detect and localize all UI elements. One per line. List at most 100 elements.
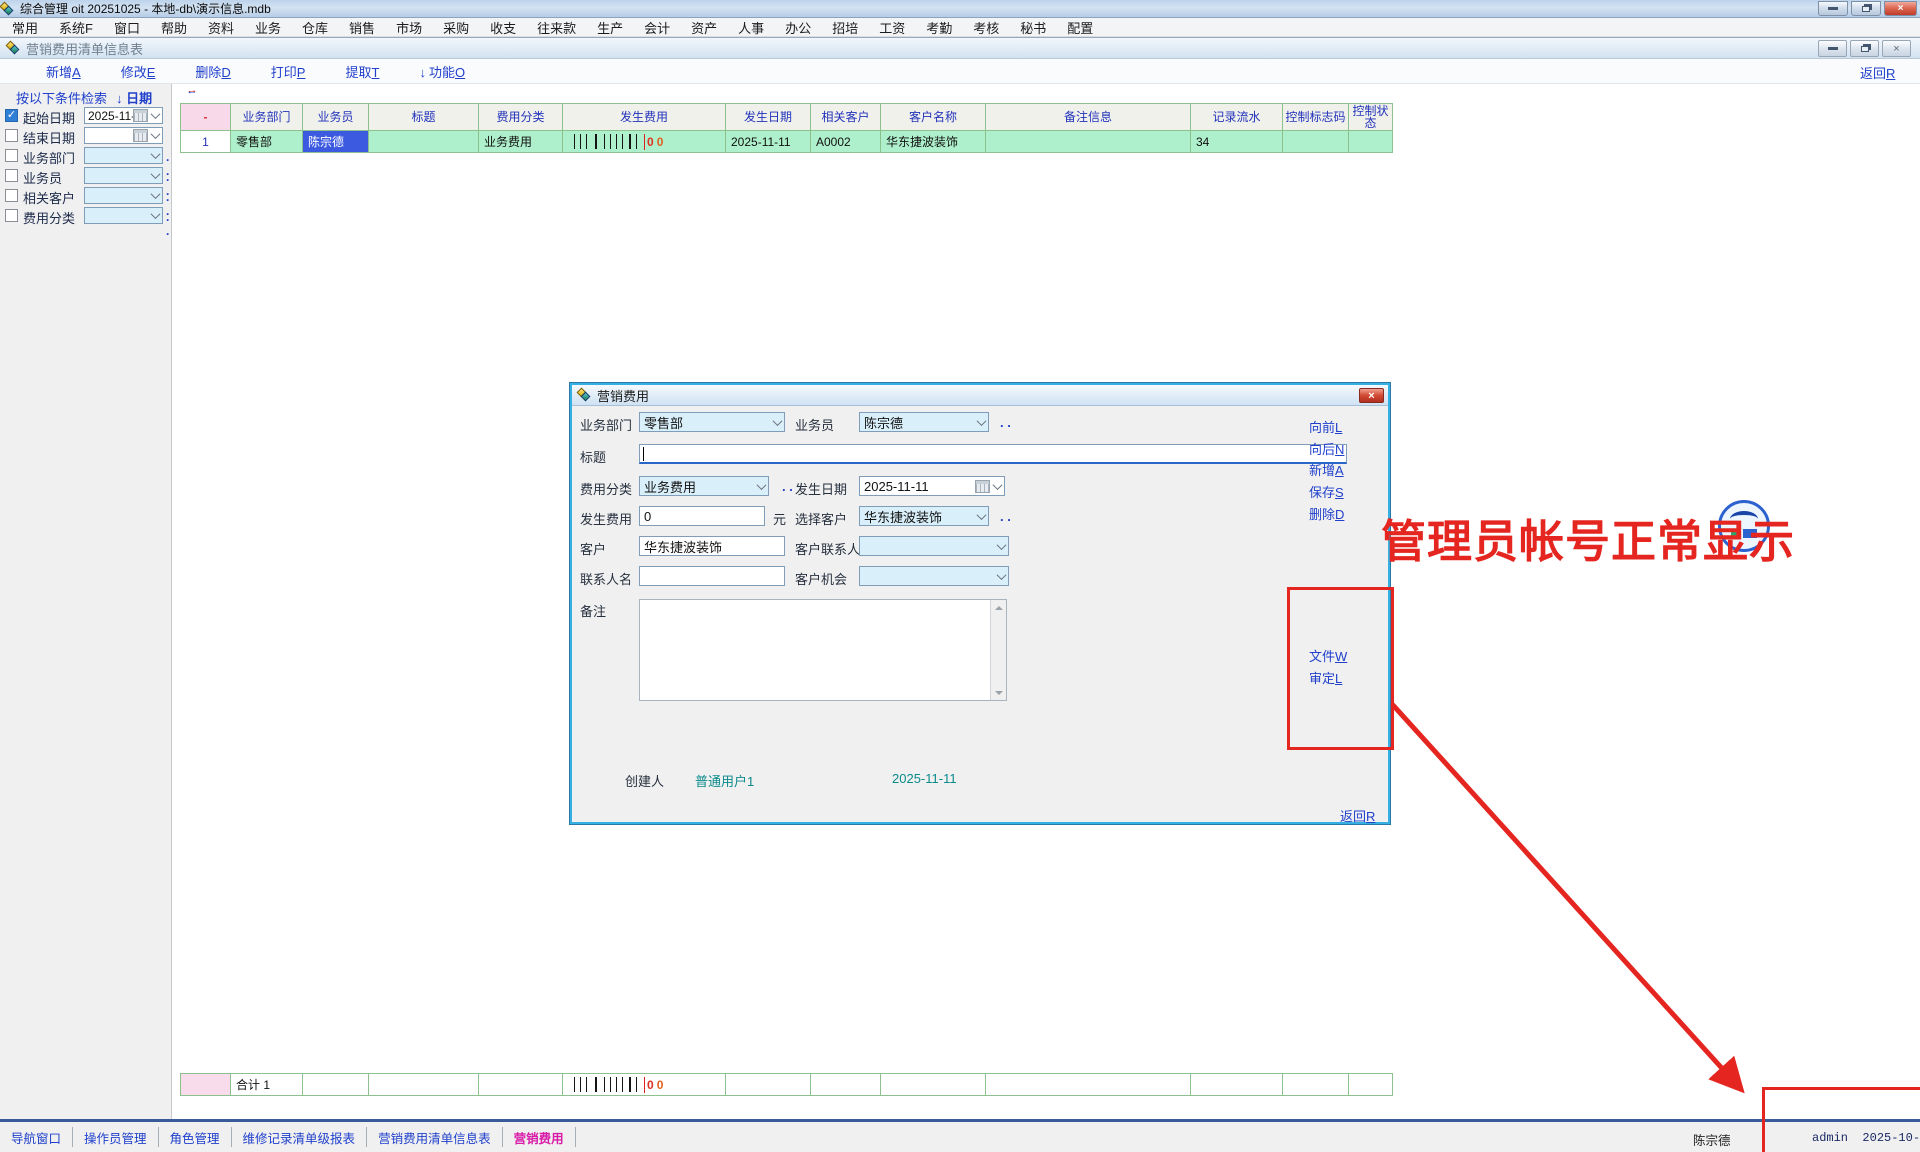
department-checkbox[interactable] xyxy=(5,149,18,162)
select-customer-browse-button[interactable]: . . xyxy=(1000,509,1011,524)
menu-item[interactable]: 配置 xyxy=(1067,18,1093,37)
column-header[interactable]: 业务员 xyxy=(303,104,369,131)
column-header[interactable]: 备注信息 xyxy=(986,104,1191,131)
menu-item[interactable]: 采购 xyxy=(443,18,469,37)
amount-cell[interactable]: 00 xyxy=(563,131,726,153)
control-status-cell[interactable] xyxy=(1349,131,1393,153)
customer-input[interactable]: 华东捷波装饰 xyxy=(639,536,785,556)
delete-button[interactable]: 删除D xyxy=(195,62,230,81)
menu-item[interactable]: 收支 xyxy=(490,18,516,37)
column-header[interactable]: 发生费用 xyxy=(563,104,726,131)
start-date-checkbox[interactable]: ✓ xyxy=(5,109,18,122)
end-date-checkbox[interactable] xyxy=(5,129,18,142)
amount-input[interactable]: 0 xyxy=(639,506,765,526)
menu-item[interactable]: 人事 xyxy=(738,18,764,37)
calendar-icon[interactable] xyxy=(133,129,148,142)
prev-button[interactable]: 向前L xyxy=(1309,417,1342,436)
column-header[interactable]: 控制标志码 xyxy=(1283,104,1349,131)
row-number-cell[interactable]: 1 xyxy=(181,131,231,153)
mdi-close-button[interactable]: × xyxy=(1882,40,1911,57)
swap-columns-icon[interactable]: →← xyxy=(183,87,201,101)
menu-item[interactable]: 往来款 xyxy=(537,18,576,37)
scroll-down-icon[interactable] xyxy=(992,685,1006,700)
menu-item[interactable]: 常用 xyxy=(12,18,38,37)
dialog-close-button[interactable]: × xyxy=(1359,388,1384,403)
agent-combo[interactable]: 陈宗德 xyxy=(859,412,989,432)
menu-item[interactable]: 秘书 xyxy=(1020,18,1046,37)
note-cell[interactable] xyxy=(986,131,1191,153)
statusbar-tab[interactable]: 营销费用 xyxy=(503,1127,576,1147)
calendar-icon[interactable] xyxy=(133,109,148,122)
column-header[interactable]: 业务部门 xyxy=(231,104,303,131)
category-browse-button[interactable]: . . xyxy=(166,210,172,238)
category-browse-button[interactable]: . . xyxy=(782,479,793,494)
dialog-back-button[interactable]: 返回R xyxy=(1340,806,1375,825)
column-header[interactable]: 相关客户 xyxy=(811,104,881,131)
new-button[interactable]: 新增A xyxy=(46,62,81,81)
date-cell[interactable]: 2025-11-11 xyxy=(726,131,811,153)
column-header[interactable]: - xyxy=(181,104,231,131)
contact-name-input[interactable] xyxy=(639,566,785,586)
delete-button[interactable]: 删除D xyxy=(1309,504,1344,523)
title-cell[interactable] xyxy=(369,131,479,153)
modify-button[interactable]: 修改E xyxy=(121,62,156,81)
dept-combo[interactable]: 零售部 xyxy=(639,412,785,432)
menu-item[interactable]: 市场 xyxy=(396,18,422,37)
customer-contact-combo[interactable] xyxy=(859,536,1009,556)
extract-button[interactable]: 提取T xyxy=(345,62,379,81)
memo-textarea[interactable] xyxy=(639,599,1007,701)
start-date-input[interactable]: 2025-11-01 xyxy=(84,107,163,124)
serial-cell[interactable]: 34 xyxy=(1191,131,1283,153)
menu-item[interactable]: 帮助 xyxy=(161,18,187,37)
agent-combo[interactable] xyxy=(84,167,163,184)
statusbar-tab[interactable]: 导航窗口 xyxy=(0,1127,73,1147)
menu-item[interactable]: 办公 xyxy=(785,18,811,37)
sort-by-date[interactable]: ↓ 日期 xyxy=(116,88,152,107)
next-button[interactable]: 向后N xyxy=(1309,439,1344,458)
opportunity-combo[interactable] xyxy=(859,566,1009,586)
occur-date-input[interactable]: 2025-11-11 xyxy=(859,476,1005,496)
category-cell[interactable]: 业务费用 xyxy=(479,131,563,153)
menu-item[interactable]: 仓库 xyxy=(302,18,328,37)
column-header[interactable]: 客户名称 xyxy=(881,104,986,131)
menu-item[interactable]: 考核 xyxy=(973,18,999,37)
customer-name-cell[interactable]: 华东捷波装饰 xyxy=(881,131,986,153)
restore-button[interactable] xyxy=(1851,1,1881,16)
date-dropdown-icon[interactable] xyxy=(149,108,162,123)
column-header[interactable]: 发生日期 xyxy=(726,104,811,131)
column-header[interactable]: 记录流水 xyxy=(1191,104,1283,131)
print-button[interactable]: 打印P xyxy=(271,62,306,81)
minimize-button[interactable] xyxy=(1818,1,1848,16)
mdi-maximize-button[interactable] xyxy=(1850,40,1879,57)
agent-browse-button[interactable]: . . xyxy=(1000,415,1011,430)
save-button[interactable]: 保存S xyxy=(1309,482,1344,501)
statusbar-tab[interactable]: 营销费用清单信息表 xyxy=(367,1127,503,1147)
menu-item[interactable]: 窗口 xyxy=(114,18,140,37)
calendar-icon[interactable] xyxy=(975,480,990,493)
menu-item[interactable]: 资产 xyxy=(691,18,717,37)
category-combo[interactable]: 业务费用 xyxy=(639,476,769,496)
function-button[interactable]: ↓功能O xyxy=(419,62,465,81)
department-cell[interactable]: 零售部 xyxy=(231,131,303,153)
statusbar-tab[interactable]: 角色管理 xyxy=(159,1127,232,1147)
menu-item[interactable]: 生产 xyxy=(597,18,623,37)
memo-scrollbar[interactable] xyxy=(990,600,1006,700)
statusbar-tab[interactable]: 维修记录清单级报表 xyxy=(232,1127,368,1147)
select-customer-combo[interactable]: 华东捷波装饰 xyxy=(859,506,989,526)
add-button[interactable]: 新增A xyxy=(1309,460,1344,479)
column-header[interactable]: 标题 xyxy=(369,104,479,131)
menu-item[interactable]: 招培 xyxy=(832,18,858,37)
date-dropdown-icon[interactable] xyxy=(149,128,162,143)
agent-checkbox[interactable] xyxy=(5,169,18,182)
customer-checkbox[interactable] xyxy=(5,189,18,202)
menu-item[interactable]: 销售 xyxy=(349,18,375,37)
category-combo[interactable] xyxy=(84,207,163,224)
category-checkbox[interactable] xyxy=(5,209,18,222)
department-combo[interactable] xyxy=(84,147,163,164)
menu-item[interactable]: 资料 xyxy=(208,18,234,37)
menu-item[interactable]: 系统F xyxy=(59,18,93,37)
menu-item[interactable]: 业务 xyxy=(255,18,281,37)
menu-item[interactable]: 考勤 xyxy=(926,18,952,37)
close-button[interactable]: × xyxy=(1884,1,1917,16)
date-dropdown-icon[interactable] xyxy=(991,477,1004,495)
